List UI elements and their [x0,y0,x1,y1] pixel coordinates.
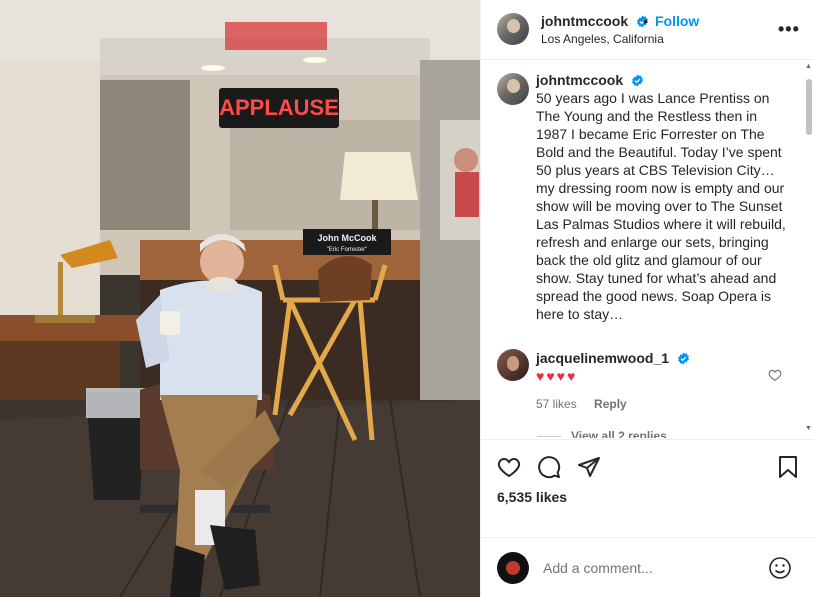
header-separator: • [643,13,648,29]
post-caption: johntmccook 50 years ago I was Lance Pre… [536,71,788,323]
scroll-down-icon[interactable]: ▼ [805,425,812,432]
comment-likes[interactable]: 57 likes [536,397,577,411]
verified-icon [678,352,689,365]
add-comment-bar [481,537,814,598]
follow-button[interactable]: Follow [655,13,699,29]
scrollbar-thumb[interactable] [806,79,812,135]
current-user-avatar [497,552,529,584]
caption-text: 50 years ago I was Lance Prentiss on The… [536,90,786,322]
reply-button[interactable]: Reply [594,397,627,411]
comment-heart-icon[interactable] [768,368,782,382]
dressing-room-photo: APPLAUSE John McCook "Eric Forrester" [0,0,480,597]
caption-author[interactable]: johntmccook [536,71,788,89]
chair-name-text: John McCook [317,233,377,243]
heart-icon[interactable] [497,455,521,479]
verified-icon [632,74,643,87]
bookmark-icon[interactable] [777,455,799,479]
share-icon[interactable] [577,455,601,479]
like-count[interactable]: 6,535 likes [497,489,567,505]
author-username[interactable]: johntmccook [541,13,649,29]
more-options-icon[interactable]: ••• [778,19,800,40]
comments-scrollbar[interactable]: ▲ ▼ [803,61,814,438]
comment-text: ♥♥♥♥ [536,368,578,384]
applause-sign-text: APPLAUSE [219,95,339,120]
view-replies-link[interactable]: View all 2 replies [537,429,667,438]
instagram-post-modal: APPLAUSE John McCook "Eric Forrester" jo… [0,0,814,597]
scroll-up-icon[interactable]: ▲ [805,63,812,70]
comment-input[interactable] [541,559,745,577]
comments-scroll-area[interactable]: johntmccook 50 years ago I was Lance Pre… [481,61,814,438]
commenter-username[interactable]: jacquelinemwood_1 [536,350,690,366]
post-photo[interactable]: APPLAUSE John McCook "Eric Forrester" [0,0,480,597]
commenter-avatar[interactable] [497,349,529,381]
caption-author-avatar[interactable] [497,73,529,105]
post-header: johntmccook • Follow Los Angeles, Califo… [481,0,814,60]
post-location[interactable]: Los Angeles, California [541,32,664,46]
comment-meta: 57 likes Reply [536,397,641,411]
chair-subtitle-text: "Eric Forrester" [327,247,368,253]
author-avatar[interactable] [497,13,529,45]
emoji-icon[interactable] [768,556,792,580]
comment-icon[interactable] [537,455,561,479]
post-side-panel: johntmccook • Follow Los Angeles, Califo… [480,0,814,597]
